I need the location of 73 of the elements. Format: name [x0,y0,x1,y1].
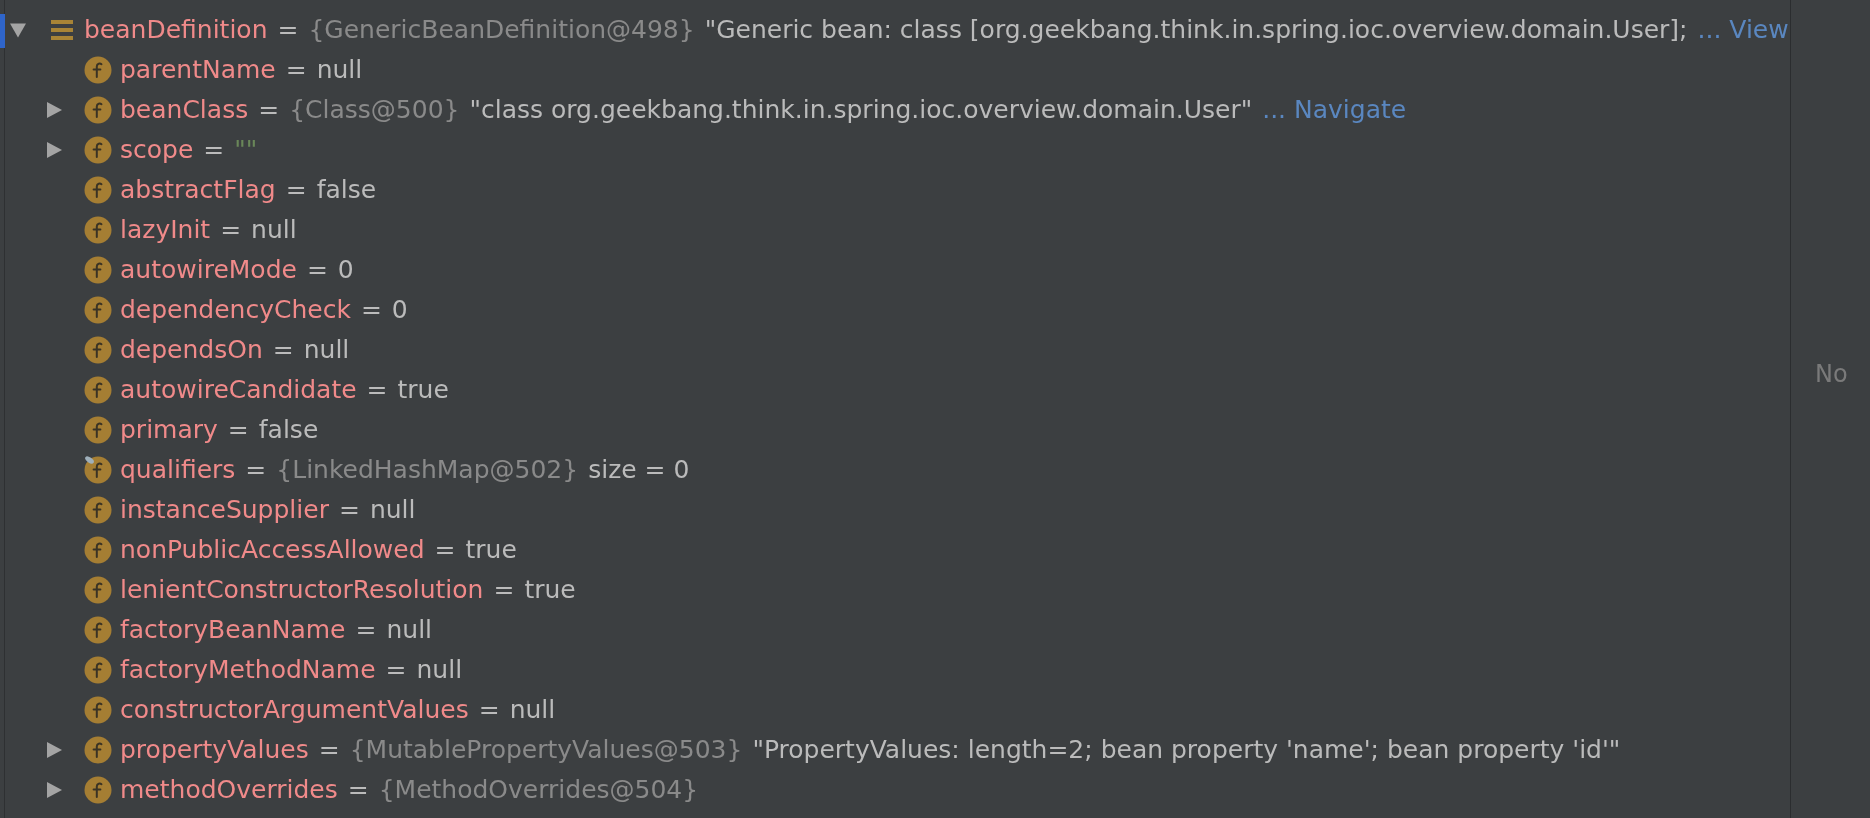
variable-value: false [258,414,319,447]
object-reference: {GenericBeanDefinition@498} [308,14,695,47]
variable-value: null [386,614,433,647]
disclosure-triangle-icon[interactable] [46,782,62,798]
variable-value: null [303,334,350,367]
variable-value: "" [234,134,258,167]
variable-value: null [416,654,463,687]
variable-name: lenientConstructorResolution [120,574,484,607]
equals-sign: = [306,254,328,287]
variable-name: propertyValues [120,734,309,767]
object-reference: {LinkedHashMap@502} [276,454,579,487]
variable-value: 0 [337,254,354,287]
equals-sign: = [245,454,267,487]
variable-value: null [369,494,416,527]
equals-sign: = [366,374,388,407]
equals-sign: = [493,574,515,607]
equals-sign: = [220,214,242,247]
variable-value: true [465,534,517,567]
equals-sign: = [272,334,294,367]
variable-value: false [316,174,377,207]
value-link[interactable]: ... Navigate [1262,91,1407,129]
value-link[interactable]: ... View [1697,11,1789,49]
disclosure-triangle-icon[interactable] [46,142,62,158]
equals-sign: = [434,534,456,567]
variable-name: dependencyCheck [120,294,351,327]
variable-name: factoryMethodName [120,654,376,687]
equals-sign: = [347,774,369,807]
variable-name: nonPublicAccessAllowed [120,534,425,567]
variable-value: size = 0 [588,454,690,487]
variable-name: factoryBeanName [120,614,346,647]
variable-value: "class org.geekbang.think.in.spring.ioc.overview.domain.User" [469,94,1253,127]
variable-name: autowireMode [120,254,297,287]
equals-sign: = [258,94,280,127]
equals-sign: = [227,414,249,447]
disclosure-triangle-icon[interactable] [46,742,62,758]
equals-sign: = [338,494,360,527]
equals-sign: = [277,14,299,47]
variable-name: beanDefinition [84,14,268,47]
object-reference: {Class@500} [289,94,460,127]
variable-value: true [524,574,576,607]
equals-sign: = [478,694,500,727]
variable-name: qualifiers [120,454,236,487]
disclosure-triangle-icon[interactable] [46,102,62,118]
variable-value: null [251,214,297,247]
variable-value: "PropertyValues: length=2; bean property 'name'; bean property 'id'" [752,734,1621,767]
variable-name: lazyInit [120,214,211,247]
variable-value: true [397,374,449,407]
object-reference: {MethodOverrides@504} [378,774,699,807]
variable-name: dependsOn [120,334,263,367]
variable-value: null [509,694,556,727]
equals-sign: = [385,654,407,687]
variable-name: instanceSupplier [120,494,329,527]
disclosure-triangle-icon[interactable] [10,22,26,38]
variable-name: constructorArgumentValues [120,694,469,727]
equals-sign: = [285,174,307,207]
object-reference: {MutablePropertyValues@503} [349,734,743,767]
equals-sign: = [355,614,377,647]
variable-name: abstractFlag [120,174,276,207]
equals-sign: = [285,54,307,87]
variable-name: parentName [120,54,276,87]
equals-sign: = [203,134,225,167]
gutter-marker-icon [0,14,5,48]
equals-sign: = [360,294,382,327]
variable-name: primary [120,414,218,447]
empty-panel-message: No [1815,360,1848,388]
variable-name: autowireCandidate [120,374,357,407]
variable-value: 0 [391,294,408,327]
equals-sign: = [318,734,340,767]
variable-name: scope [120,134,194,167]
variable-value: "Generic bean: class [org.geekbang.think.in.spring.ioc.overview.domain.User]; [704,14,1688,47]
variable-value: null [316,54,363,87]
variable-name: beanClass [120,94,249,127]
variable-name: methodOverrides [120,774,338,807]
